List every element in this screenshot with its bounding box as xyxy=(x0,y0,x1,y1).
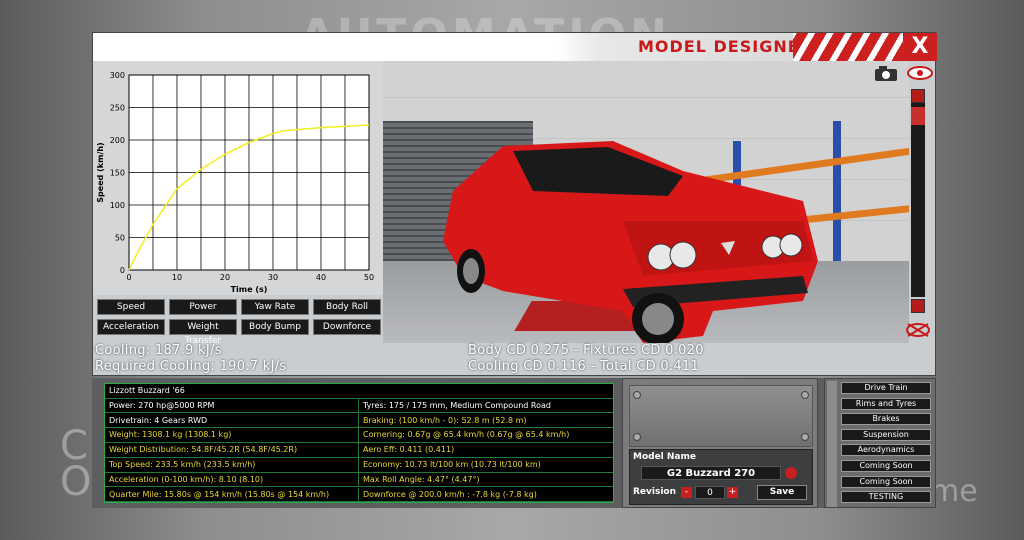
x-axis-label: Time (s) xyxy=(231,285,268,294)
y-tick-label: 150 xyxy=(110,169,125,178)
side-menu: Drive Train Rims and Tyres Brakes Suspensio… xyxy=(824,378,936,508)
bolt-icon xyxy=(801,391,809,399)
y-tick-label: 100 xyxy=(110,201,125,210)
required-cooling-readout: Required Cooling: 190.7 kJ/s xyxy=(95,359,287,374)
stat-right: Max Roll Angle: 4.47° (4.47°) xyxy=(363,474,480,484)
stats-title-row: Lizzott Buzzard '66 xyxy=(105,384,613,399)
revision-plus-button[interactable]: + xyxy=(727,487,738,498)
camera-icon[interactable] xyxy=(873,65,901,81)
cooling-readout: Cooling: 187.9 kJ/s xyxy=(95,343,222,358)
stats-row: Top Speed: 233.5 km/h (233.5 km/h) Econom… xyxy=(105,458,613,473)
graph-buttons: Speed Power Yaw Rate Body Roll Acceleration W… xyxy=(93,299,383,346)
revision-minus-button[interactable]: - xyxy=(681,487,692,498)
stats-row: Weight: 1308.1 kg (1308.1 kg) Cornering: … xyxy=(105,428,613,443)
eye-icon[interactable] xyxy=(907,65,933,81)
speed-graph: 0 10 20 30 40 50 0 50 100 150 200 250 300 Time (s) Spe… xyxy=(96,71,374,294)
graph-button-weight-transfer[interactable]: Weight Transfer xyxy=(169,319,237,346)
stat-right: Braking: (100 km/h - 0): 52.8 m (52.8 m) xyxy=(363,415,527,425)
menu-button-brakes[interactable]: Brakes xyxy=(841,413,931,426)
menu-button-rims-and-tyres[interactable]: Rims and Tyres xyxy=(841,397,931,410)
scroll-down-button[interactable] xyxy=(911,299,925,313)
stat-left: Drivetrain: 4 Gears RWD xyxy=(105,413,359,429)
background-text-left: C O xyxy=(60,426,92,505)
x-tick-label: 20 xyxy=(220,273,230,282)
stat-right: Economy: 10.73 lt/100 km (10.73 lt/100 k… xyxy=(363,460,541,469)
y-tick-label: 0 xyxy=(120,266,125,275)
stats-table: Lizzott Buzzard '66 Power: 270 hp@5000 R… xyxy=(104,383,614,503)
stat-left: Weight: 1308.1 kg (1308.1 kg) xyxy=(105,428,359,443)
menu-button-suspension[interactable]: Suspension xyxy=(841,428,931,441)
graph-button-body-bump[interactable]: Body Bump xyxy=(241,319,309,335)
bottom-panel: Lizzott Buzzard '66 Power: 270 hp@5000 R… xyxy=(92,378,936,508)
scroll-thumb[interactable] xyxy=(911,107,925,125)
graph-button-acceleration[interactable]: Acceleration xyxy=(97,319,165,335)
graph-button-speed[interactable]: Speed xyxy=(97,299,165,315)
stat-right: Cornering: 0.67g @ 65.4 km/h (0.67g @ 65… xyxy=(363,430,570,440)
menu-button-testing[interactable]: TESTING xyxy=(841,491,931,504)
stat-left: Power: 270 hp@5000 RPM xyxy=(105,398,359,414)
car-title: Lizzott Buzzard '66 xyxy=(109,386,185,395)
graph-button-yaw-rate[interactable]: Yaw Rate xyxy=(241,299,309,315)
model-plate xyxy=(629,385,813,447)
stat-left: Acceleration (0-100 km/h): 8.10 (8.10) xyxy=(105,472,359,488)
window-title: MODEL DESIGNER xyxy=(638,37,813,56)
speed-graph-panel: 0 10 20 30 40 50 0 50 100 150 200 250 300 Time (s) Spe… xyxy=(93,61,383,295)
stats-row: Power: 270 hp@5000 RPM Tyres: 175 / 175 m… xyxy=(105,398,613,414)
model-name-input[interactable]: G2 Buzzard 270 xyxy=(641,466,781,480)
stat-left: Top Speed: 233.5 km/h (233.5 km/h) xyxy=(105,458,359,473)
stats-row: Weight Distribution: 54.8F/45.2R (54.8F/… xyxy=(105,443,613,458)
x-tick-label: 10 xyxy=(172,273,182,282)
stat-right: Aero Eff: 0.411 (0.411) xyxy=(363,445,455,455)
menu-button-drive-train[interactable]: Drive Train xyxy=(841,382,931,394)
x-tick-label: 30 xyxy=(268,273,278,282)
scroll-track[interactable] xyxy=(911,103,925,297)
body-cd-readout: Body CD 0.275 - Fixtures CD 0.020 xyxy=(468,343,704,358)
close-button[interactable]: X xyxy=(903,33,937,61)
title-stripes xyxy=(793,33,903,61)
x-tick-label: 0 xyxy=(126,273,131,282)
bolt-icon xyxy=(633,433,641,441)
background-text-left-2: O xyxy=(60,459,92,505)
stat-left: Quarter Mile: 15.80s @ 154 km/h (15.80s … xyxy=(105,487,359,503)
model-name-label: Model Name xyxy=(633,452,696,462)
hide-eye-icon[interactable] xyxy=(905,321,931,339)
stat-right: Downforce @ 200.0 km/h : -7.8 kg (-7.8 k… xyxy=(363,489,537,499)
bolt-icon xyxy=(633,391,641,399)
bolt-icon xyxy=(801,433,809,441)
save-button[interactable]: Save xyxy=(757,485,807,500)
menu-button-coming-soon[interactable]: Coming Soon xyxy=(841,460,931,472)
x-tick-label: 40 xyxy=(316,273,326,282)
cooling-cd-readout: Cooling CD 0.116 - Total CD 0.411 xyxy=(468,359,700,374)
stats-row: Drivetrain: 4 Gears RWD Braking: (100 km/… xyxy=(105,413,613,429)
x-tick-label: 50 xyxy=(364,273,374,282)
y-tick-label: 250 xyxy=(110,104,125,113)
graph-button-body-roll[interactable]: Body Roll xyxy=(313,299,381,315)
side-menu-rail xyxy=(827,381,837,507)
background-text-right: me xyxy=(930,474,978,509)
y-tick-label: 50 xyxy=(115,234,125,243)
scroll-up-button[interactable] xyxy=(911,89,925,103)
stat-right: Tyres: 175 / 175 mm, Medium Compound Roa… xyxy=(363,400,551,410)
graph-button-downforce[interactable]: Downforce xyxy=(313,319,381,335)
graph-button-power[interactable]: Power xyxy=(169,299,237,315)
car-model xyxy=(443,141,818,343)
stats-row: Quarter Mile: 15.80s @ 154 km/h (15.80s … xyxy=(105,487,613,503)
y-tick-label: 300 xyxy=(110,71,125,80)
revision-value: 0 xyxy=(695,486,725,499)
zoom-scrollbar[interactable] xyxy=(909,87,929,313)
y-tick-label: 200 xyxy=(110,136,125,145)
model-panel: Model Name G2 Buzzard 270 Revision - 0 +… xyxy=(622,378,818,508)
edit-name-icon[interactable] xyxy=(785,467,797,479)
title-bar: MODEL DESIGNER X xyxy=(93,33,937,61)
car-viewport[interactable] xyxy=(383,61,909,343)
stats-row: Acceleration (0-100 km/h): 8.10 (8.10) Ma… xyxy=(105,472,613,488)
model-designer-window: MODEL DESIGNER X 0 10 20 30 40 50 0 50 100 150 200… xyxy=(92,32,937,376)
stat-left: Weight Distribution: 54.8F/45.2R (54.8F/… xyxy=(105,443,359,458)
y-axis-label: Speed (km/h) xyxy=(96,142,105,202)
menu-button-coming-soon[interactable]: Coming Soon xyxy=(841,475,931,488)
revision-label: Revision xyxy=(633,487,677,497)
menu-button-aerodynamics[interactable]: Aerodynamics xyxy=(841,444,931,457)
